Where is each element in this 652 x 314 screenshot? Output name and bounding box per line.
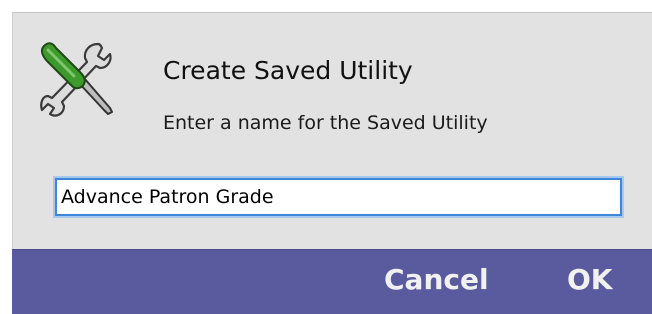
ok-button[interactable]: OK: [567, 263, 613, 296]
dialog-button-bar: Cancel OK: [12, 249, 652, 314]
create-saved-utility-dialog: Create Saved Utility Enter a name for th…: [12, 12, 652, 314]
tools-icon: [40, 42, 113, 117]
saved-utility-name-input[interactable]: [55, 178, 622, 216]
dialog-top-border: [12, 12, 652, 13]
dialog-title: Create Saved Utility: [163, 56, 413, 85]
cancel-button[interactable]: Cancel: [384, 263, 489, 296]
dialog-left-border: [12, 12, 13, 252]
dialog-prompt: Enter a name for the Saved Utility: [163, 112, 488, 134]
